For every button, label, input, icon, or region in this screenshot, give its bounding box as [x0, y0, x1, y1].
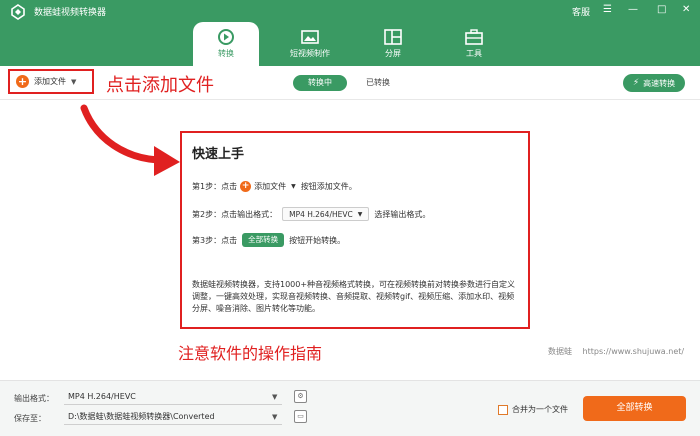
convert-all-chip: 全部转换 — [242, 233, 285, 247]
menu-icon[interactable]: ☰ — [603, 4, 612, 15]
tab-split-screen[interactable]: 分屏 — [360, 22, 426, 66]
guide-annotation: 注意软件的操作指南 — [178, 344, 323, 363]
minimize-icon[interactable]: — — [628, 4, 638, 15]
merge-checkbox[interactable] — [498, 404, 508, 415]
folder-icon[interactable]: ▭ — [294, 410, 307, 423]
quick-start-guide: 快速上手 第1步：点击 + 添加文件 ▼ 按钮添加文件。 第2步：点击输出格式：… — [180, 131, 530, 329]
chevron-down-icon[interactable]: ▼ — [71, 78, 76, 86]
toolbox-icon — [465, 29, 483, 45]
annotation-arrow-icon — [80, 104, 180, 176]
plus-icon: + — [16, 75, 29, 88]
step-button-text: 添加文件 — [254, 182, 287, 191]
add-file-button[interactable]: + 添加文件 ▼ — [8, 69, 94, 94]
format-chip: MP4 H.264/HEVC ▼ — [282, 207, 370, 221]
step-text: 选择输出格式。 — [374, 209, 431, 219]
step-text: 第3步：点击 — [192, 235, 238, 245]
convert-all-button[interactable]: 全部转换 — [583, 396, 686, 421]
add-file-label: 添加文件 — [34, 77, 66, 86]
converted-tab[interactable]: 已转换 — [366, 75, 390, 91]
fast-convert-button[interactable]: ⚡ 高速转换 — [623, 74, 685, 92]
tab-label: 分屏 — [385, 49, 401, 58]
merge-option[interactable]: 合并为一个文件 — [498, 404, 568, 415]
maximize-icon[interactable]: □ — [657, 4, 666, 15]
chevron-down-icon[interactable]: ▼ — [272, 393, 277, 401]
chevron-down-icon: ▼ — [291, 183, 296, 190]
merge-label: 合并为一个文件 — [512, 405, 568, 414]
customer-service-link[interactable]: 客服 — [572, 5, 590, 18]
guide-step-2: 第2步：点击输出格式： MP4 H.264/HEVC ▼ 选择输出格式。 — [192, 207, 430, 221]
save-to-label: 保存至： — [14, 414, 46, 423]
add-file-annotation: 点击添加文件 — [106, 75, 214, 96]
split-screen-icon — [384, 29, 402, 45]
output-format-select[interactable]: MP4 H.264/HEVC — [64, 389, 282, 405]
guide-description: 数据蛙视频转换器，支持1000+种音视频格式转换，可在视频转换前对转换参数进行自… — [192, 280, 516, 313]
app-logo-icon — [11, 4, 25, 20]
tab-label: 转换 — [218, 49, 234, 58]
guide-title: 快速上手 — [192, 147, 245, 162]
refresh-icon — [218, 29, 234, 45]
title-bar: 数据蛙视频转换器 客服 ☰ — □ ✕ 转换 短视频制作 分屏 工具 — [0, 0, 700, 66]
save-path-select[interactable]: D:\数据蛙\数据蛙视频转换器\Converted — [64, 409, 282, 425]
format-settings-icon[interactable]: ⚙ — [294, 390, 307, 403]
app-title: 数据蛙视频转换器 — [34, 8, 107, 18]
guide-step-3: 第3步：点击 全部转换 按钮开始转换。 — [192, 233, 345, 247]
tab-label: 短视频制作 — [290, 49, 330, 58]
plus-icon: + — [240, 181, 252, 192]
toolbar: + 添加文件 ▼ 点击添加文件 转换中 已转换 ⚡ 高速转换 — [0, 66, 700, 100]
format-chip-label: MP4 H.264/HEVC — [289, 209, 353, 219]
close-icon[interactable]: ✕ — [682, 4, 690, 15]
watermark-url: https://www.shujuwa.net/ — [582, 347, 685, 356]
guide-step-1: 第1步：点击 + 添加文件 ▼ 按钮添加文件。 — [192, 181, 357, 192]
watermark-brand: 数据蛙 — [548, 347, 572, 356]
step-text: 按钮添加文件。 — [300, 182, 357, 191]
step-text: 按钮开始转换。 — [289, 235, 346, 245]
chevron-down-icon: ▼ — [357, 210, 363, 218]
converting-tab[interactable]: 转换中 — [293, 75, 347, 91]
tab-convert[interactable]: 转换 — [193, 22, 259, 66]
step-text: 第1步：点击 — [192, 182, 238, 191]
tab-short-video[interactable]: 短视频制作 — [277, 22, 343, 66]
watermark: 数据蛙 https://www.shujuwa.net/ — [548, 346, 684, 357]
lightning-icon: ⚡ — [632, 78, 640, 88]
output-format-label: 输出格式： — [14, 394, 54, 403]
chevron-down-icon[interactable]: ▼ — [272, 413, 277, 421]
fast-convert-label: 高速转换 — [643, 78, 676, 88]
tab-tools[interactable]: 工具 — [441, 22, 507, 66]
step-text: 第2步：点击输出格式： — [192, 209, 278, 219]
bottom-bar: 输出格式： MP4 H.264/HEVC ▼ ⚙ 保存至： D:\数据蛙\数据蛙… — [0, 380, 700, 436]
tab-label: 工具 — [466, 49, 482, 58]
image-icon — [301, 30, 319, 44]
